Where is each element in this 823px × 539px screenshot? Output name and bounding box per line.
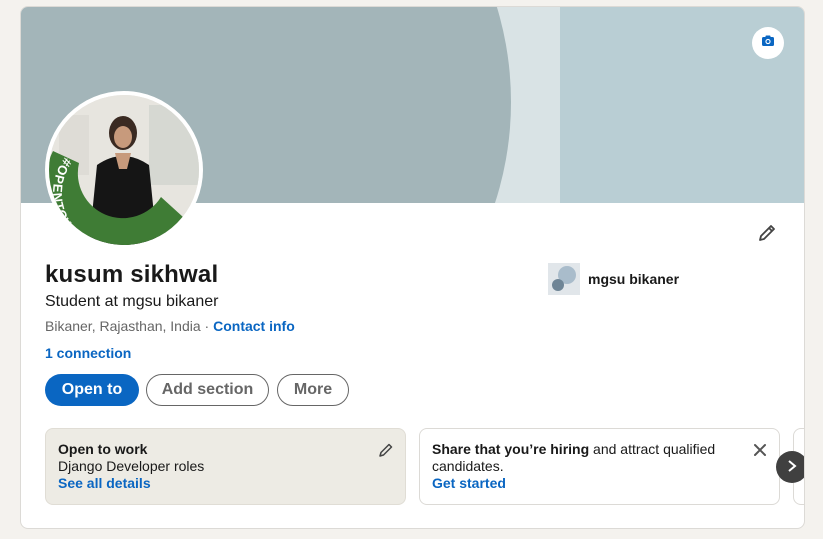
open-to-work-title: Open to work [58, 441, 148, 457]
pencil-icon [756, 222, 778, 249]
open-to-work-roles: Django Developer roles [58, 458, 205, 474]
hiring-text: Share that you’re hiring and attract qua… [432, 441, 767, 475]
open-to-work-panel: Open to work Django Developer roles See … [45, 428, 406, 505]
carousel-next-button[interactable] [776, 451, 804, 483]
profile-name: kusum sikhwal [45, 261, 219, 288]
camera-icon [760, 33, 776, 54]
profile-card: #OPENTOWORK kusum sikhwal Student at mgs… [20, 6, 805, 529]
avatar-image: #OPENTOWORK [49, 95, 199, 245]
close-icon[interactable] [751, 441, 769, 459]
contact-info-link[interactable]: Contact info [213, 318, 295, 334]
hiring-panel: Share that you’re hiring and attract qua… [419, 428, 780, 505]
profile-location: Bikaner, Rajasthan, India [45, 318, 201, 334]
see-all-details-link[interactable]: See all details [58, 475, 393, 492]
chevron-right-icon [786, 457, 798, 478]
connections-link[interactable]: 1 connection [45, 345, 131, 361]
pencil-icon[interactable] [377, 441, 395, 459]
more-button[interactable]: More [277, 374, 349, 406]
school-logo [548, 263, 580, 295]
education-link[interactable]: mgsu bikaner [548, 263, 679, 295]
open-to-button[interactable]: Open to [45, 374, 139, 406]
profile-location-line: Bikaner, Rajasthan, India · Contact info [45, 318, 295, 334]
edit-profile-button[interactable] [754, 222, 780, 248]
add-section-button[interactable]: Add section [146, 374, 269, 406]
school-name: mgsu bikaner [588, 271, 680, 287]
separator: · [200, 318, 214, 334]
get-started-link[interactable]: Get started [432, 475, 767, 492]
hiring-title: Share that you’re hiring [432, 441, 590, 457]
profile-headline: Student at mgsu bikaner [45, 293, 219, 310]
edit-banner-button[interactable] [752, 27, 784, 59]
profile-photo[interactable]: #OPENTOWORK [45, 91, 203, 249]
